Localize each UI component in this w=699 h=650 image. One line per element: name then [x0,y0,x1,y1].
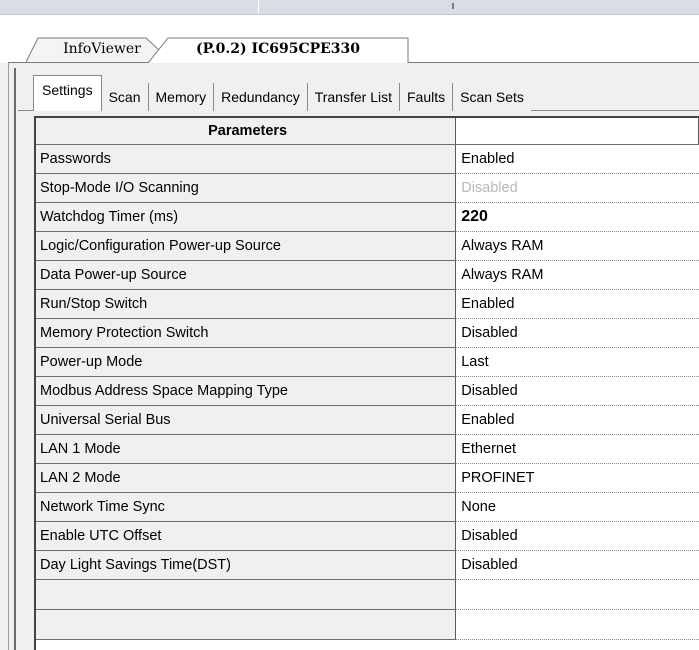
tab-scan[interactable]: Scan [101,83,149,111]
parameter-value[interactable]: None [455,492,699,522]
tab-transfer-list[interactable]: Transfer List [307,83,400,111]
top-strip-divider [258,0,259,14]
parameter-value[interactable]: Disabled [455,318,699,348]
tab-infoviewer-label: InfoViewer [63,41,141,57]
parameter-name: Logic/Configuration Power-up Source [36,231,457,261]
table-row[interactable]: Logic/Configuration Power-up Source Alwa… [36,231,699,261]
parameters-grid: Parameters Passwords Enabled Stop-Mode I… [36,118,699,640]
parameter-name-empty [36,579,457,610]
tab-memory[interactable]: Memory [148,83,215,111]
table-row-empty [36,609,699,640]
parameter-name: Memory Protection Switch [36,318,457,348]
parameter-value[interactable]: Always RAM [455,231,699,261]
parameter-value[interactable]: Always RAM [455,260,699,290]
parameter-name: Data Power-up Source [36,260,457,290]
parameter-value[interactable]: Disabled [455,521,699,551]
table-row[interactable]: Passwords Enabled [36,144,699,174]
parameters-column-header[interactable]: Parameters [36,118,457,145]
parameter-value[interactable]: Disabled [455,550,699,580]
table-row[interactable]: Modbus Address Space Mapping Type Disabl… [36,376,699,406]
table-row[interactable]: Run/Stop Switch Enabled [36,289,699,319]
parameter-name: Enable UTC Offset [36,521,457,551]
table-row[interactable]: Universal Serial Bus Enabled [36,405,699,435]
parameter-name-empty [36,609,457,640]
parameter-name: Network Time Sync [36,492,457,522]
parameter-name: Passwords [36,144,457,174]
value-column-header[interactable] [455,118,699,145]
parameter-name: LAN 2 Mode [36,463,457,493]
table-row[interactable]: Watchdog Timer (ms) 220 [36,202,699,232]
parameter-value[interactable]: Last [455,347,699,377]
tab-cpu-ic695cpe330[interactable]: (P.0.2) IC695CPE330 [148,37,409,63]
table-row[interactable]: LAN 2 Mode PROFINET [36,463,699,493]
parameter-name: Modbus Address Space Mapping Type [36,376,457,406]
top-strip-marker [452,3,454,9]
parameter-value: Disabled [455,173,699,203]
parameter-value[interactable]: Enabled [455,144,699,174]
table-row[interactable]: Power-up Mode Last [36,347,699,377]
table-row-empty [36,579,699,610]
parameter-name: LAN 1 Mode [36,434,457,464]
parameter-value[interactable]: Enabled [455,405,699,435]
parameter-value[interactable]: Enabled [455,289,699,319]
tab-redundancy[interactable]: Redundancy [214,83,308,111]
property-tabs: Settings Scan Memory Redundancy Transfer… [33,75,531,111]
tab-settings[interactable]: Settings [33,75,102,111]
table-row[interactable]: Data Power-up Source Always RAM [36,260,699,290]
tab-faults[interactable]: Faults [399,83,454,111]
tab-cpu-label: (P.0.2) IC695CPE330 [195,41,361,57]
table-row[interactable]: Network Time Sync None [36,492,699,522]
table-row[interactable]: Memory Protection Switch Disabled [36,318,699,348]
table-row[interactable]: LAN 1 Mode Ethernet [36,434,699,464]
parameter-name: Power-up Mode [36,347,457,377]
parameter-value[interactable]: Disabled [455,376,699,406]
top-strip [0,0,699,15]
tab-scan-sets[interactable]: Scan Sets [453,83,531,111]
parameter-value-empty [455,579,699,610]
parameter-name: Stop-Mode I/O Scanning [36,173,457,203]
parameter-name: Run/Stop Switch [36,289,457,319]
table-row[interactable]: Stop-Mode I/O Scanning Disabled [36,173,699,203]
table-row[interactable]: Day Light Savings Time(DST) Disabled [36,550,699,580]
parameter-value[interactable]: Ethernet [455,434,699,464]
parameter-value[interactable]: PROFINET [455,463,699,493]
parameter-name: Watchdog Timer (ms) [36,202,457,232]
parameter-name: Universal Serial Bus [36,405,457,435]
table-row[interactable]: Enable UTC Offset Disabled [36,521,699,551]
panel-edge [14,68,16,650]
parameter-name: Day Light Savings Time(DST) [36,550,457,580]
parameter-value[interactable]: 220 [455,202,699,232]
parameter-value-empty [455,609,699,640]
